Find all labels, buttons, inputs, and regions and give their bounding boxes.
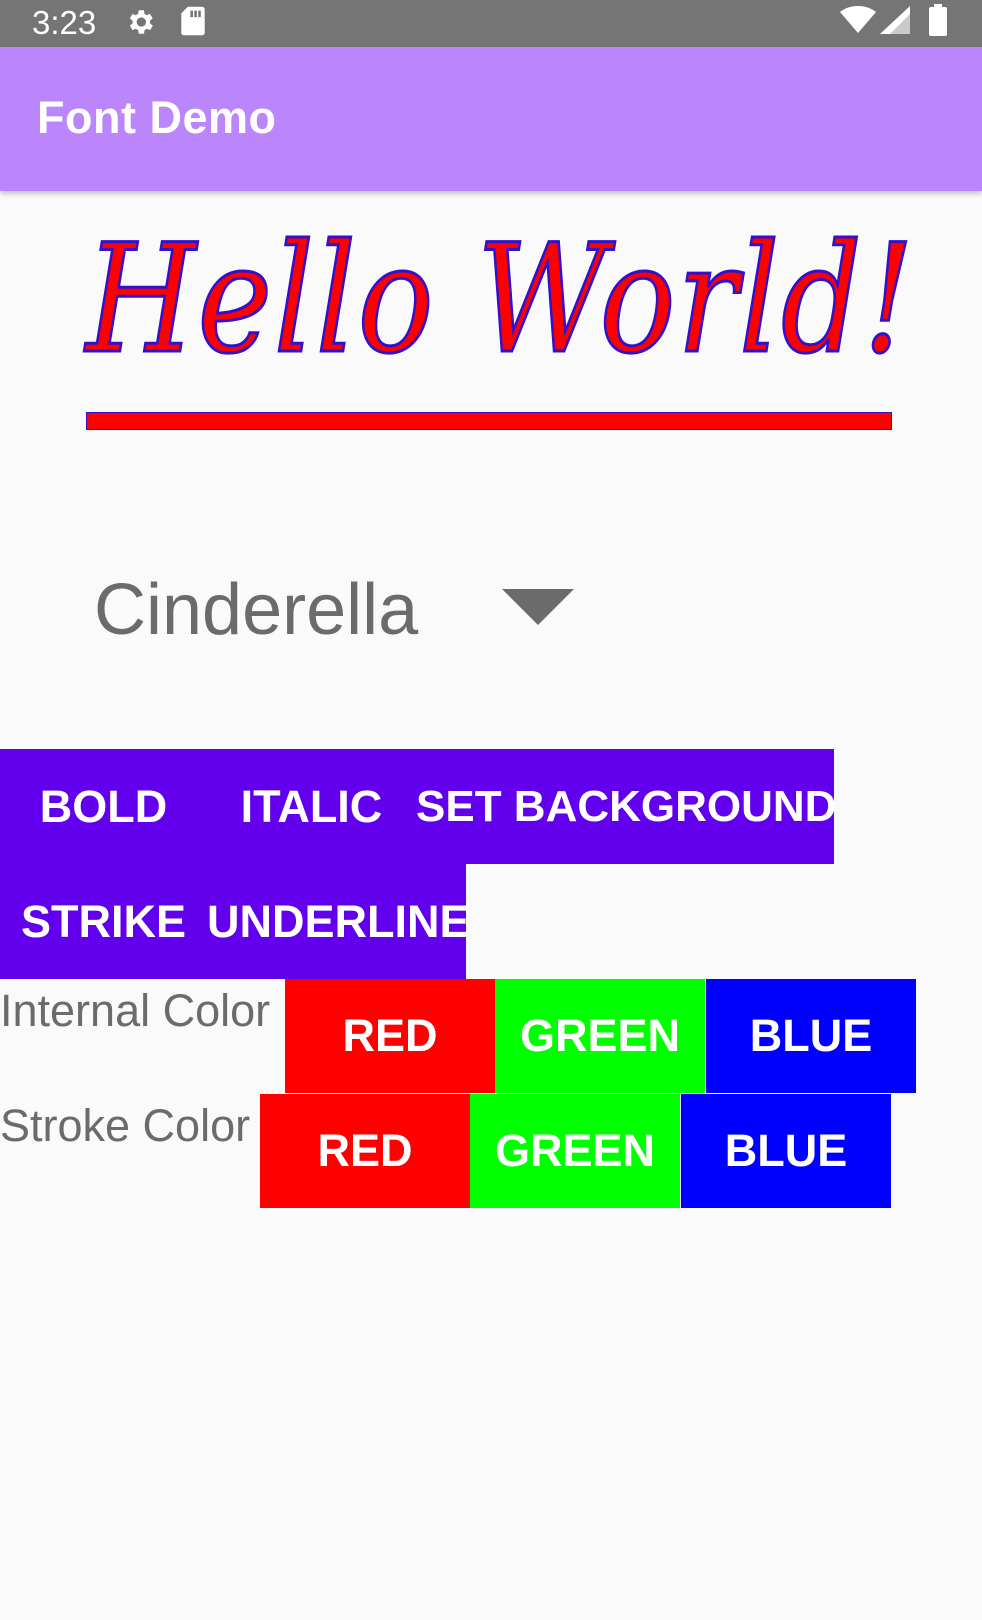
status-time: 3:23 [32, 4, 97, 41]
strike-button[interactable]: STRIKE [0, 864, 207, 979]
status-bar: 3:23 [0, 0, 982, 47]
preview-underline [86, 412, 892, 430]
stroke-red-button[interactable]: RED [260, 1094, 470, 1208]
battery-icon [928, 4, 948, 41]
stroke-blue-button[interactable]: BLUE [681, 1094, 891, 1208]
preview-text: Hello World! [85, 212, 916, 389]
stroke-color-label: Stroke Color [0, 1100, 251, 1151]
stroke-green-button[interactable]: GREEN [470, 1094, 680, 1208]
dropdown-arrow-icon [502, 589, 574, 625]
app-bar: Font Demo [0, 47, 982, 191]
gear-icon [124, 6, 156, 43]
underline-button[interactable]: UNDERLINE [207, 864, 470, 979]
app-title: Font Demo [37, 92, 277, 143]
bold-button[interactable]: BOLD [0, 749, 207, 864]
signal-icon [880, 6, 910, 39]
internal-green-button[interactable]: GREEN [495, 979, 705, 1093]
internal-color-label: Internal Color [0, 985, 271, 1036]
set-background-button[interactable]: SET BACKGROUND [416, 749, 836, 864]
sd-card-icon [180, 5, 206, 42]
wifi-icon [840, 6, 876, 39]
internal-red-button[interactable]: RED [285, 979, 495, 1093]
italic-button[interactable]: ITALIC [207, 749, 416, 864]
internal-blue-button[interactable]: BLUE [706, 979, 916, 1093]
font-preview: Hello World! [85, 200, 915, 440]
font-spinner-value: Cinderella [94, 570, 419, 650]
font-spinner[interactable]: Cinderella [94, 565, 594, 655]
